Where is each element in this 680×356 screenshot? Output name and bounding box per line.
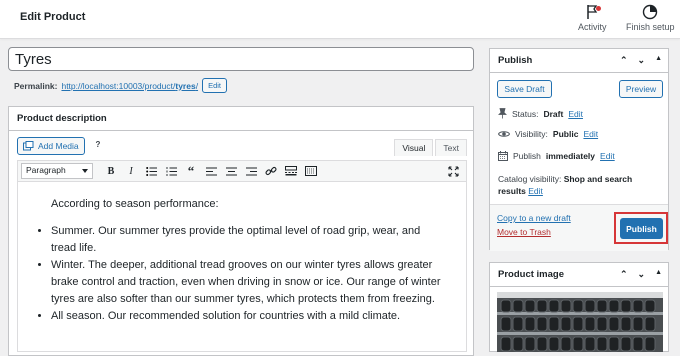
chevron-down-icon[interactable]: ⌄: [638, 269, 646, 280]
publish-actions: Copy to a new draft Move to Trash Publis…: [490, 204, 668, 251]
link-icon: [265, 166, 277, 176]
top-bar: Edit Product Activity Finish setup: [0, 0, 680, 39]
chevron-down-icon: [82, 169, 88, 173]
align-center-icon: [225, 166, 237, 176]
eye-icon: [498, 131, 510, 137]
panel-controls: ⌃ ⌄ ▲: [620, 269, 662, 280]
product-image-panel: Product image ⌃ ⌄ ▲: [489, 262, 669, 352]
intro-paragraph: According to season performance:: [51, 198, 219, 210]
schedule-edit-link[interactable]: Edit: [600, 151, 615, 161]
chevron-down-icon[interactable]: ⌄: [638, 55, 646, 66]
panel-controls: ⌃ ⌄ ▲: [620, 55, 662, 66]
align-left-button[interactable]: [201, 162, 221, 180]
blockquote-button[interactable]: “: [181, 162, 201, 180]
progress-circle-icon: [643, 4, 658, 20]
align-right-button[interactable]: [241, 162, 261, 180]
tyres-photo: [497, 292, 663, 352]
save-draft-button[interactable]: Save Draft: [497, 80, 552, 98]
chevron-up-icon[interactable]: ⌃: [620, 55, 628, 66]
add-media-label: Add Media: [38, 141, 79, 151]
list-item: Summer. Our summer tyres provide the opt…: [51, 223, 448, 257]
product-image-title: Product image ⌃ ⌄ ▲: [490, 263, 668, 287]
permalink-edit-button[interactable]: Edit: [202, 78, 227, 93]
add-media-button[interactable]: Add Media: [17, 137, 85, 155]
numbered-list-button[interactable]: [161, 162, 181, 180]
toolbar-toggle-icon: [305, 166, 317, 176]
list-item: Winter. The deeper, additional tread gro…: [51, 257, 448, 308]
season-list: Summer. Our summer tyres provide the opt…: [36, 223, 448, 325]
bold-icon: B: [107, 165, 115, 177]
numbered-list-icon: [166, 166, 177, 176]
visibility-edit-link[interactable]: Edit: [583, 129, 598, 139]
product-title-input[interactable]: [8, 47, 474, 71]
format-select[interactable]: Paragraph: [21, 163, 93, 179]
status-edit-link[interactable]: Edit: [568, 109, 583, 119]
catalog-edit-link[interactable]: Edit: [528, 186, 543, 196]
bullet-list-icon: [145, 166, 157, 176]
visibility-row: Visibility: Public Edit: [498, 129, 598, 139]
italic-icon: I: [129, 165, 133, 177]
move-to-trash-link[interactable]: Move to Trash: [497, 227, 551, 237]
read-more-button[interactable]: [281, 162, 301, 180]
toolbar-toggle-button[interactable]: [301, 162, 321, 180]
publish-highlight: Publish: [614, 212, 668, 244]
chevron-up-icon[interactable]: ⌃: [620, 269, 628, 280]
finish-setup-button[interactable]: Finish setup: [626, 4, 675, 32]
bullet-list-button[interactable]: [141, 162, 161, 180]
catalog-visibility: Catalog visibility: Shop and search resu…: [498, 174, 633, 196]
panel-title: Product description: [9, 107, 473, 131]
editor-tabs: Visual Text: [392, 139, 467, 156]
fullscreen-button[interactable]: [443, 162, 463, 180]
page-title: Edit Product: [20, 11, 86, 23]
finish-setup-label: Finish setup: [626, 22, 675, 32]
permalink-label: Permalink:: [14, 80, 58, 91]
permalink-link[interactable]: http://localhost:10003/product/tyres/: [61, 81, 198, 91]
collapse-triangle-icon[interactable]: ▲: [655, 55, 662, 66]
insert-link-button[interactable]: [261, 162, 281, 180]
editor-top-toolbar: Add Media ? Visual Text: [17, 137, 467, 157]
tab-visual[interactable]: Visual: [394, 139, 434, 156]
schedule-row: Publish immediately Edit: [498, 151, 615, 161]
pin-icon: [498, 108, 507, 119]
media-icon: [23, 141, 34, 151]
align-center-button[interactable]: [221, 162, 241, 180]
copy-draft-link[interactable]: Copy to a new draft: [497, 213, 571, 223]
product-image-thumbnail[interactable]: [497, 292, 663, 352]
preview-button[interactable]: Preview: [619, 80, 663, 98]
read-more-icon: [285, 166, 297, 176]
quote-icon: “: [187, 163, 195, 178]
editor-content[interactable]: According to season performance: Summer.…: [17, 182, 467, 352]
product-description-panel: Product description Add Media ? Visual T…: [8, 106, 474, 356]
publish-button[interactable]: Publish: [620, 218, 663, 239]
notification-dot: [595, 6, 601, 11]
formatting-toolbar: Paragraph B I “: [17, 160, 467, 182]
format-select-value: Paragraph: [26, 165, 66, 175]
collapse-triangle-icon[interactable]: ▲: [655, 269, 662, 280]
align-right-icon: [245, 166, 257, 176]
publish-panel-title: Publish ⌃ ⌄ ▲: [490, 49, 668, 73]
bold-button[interactable]: B: [101, 162, 121, 180]
permalink-row: Permalink: http://localhost:10003/produc…: [14, 78, 227, 93]
status-row: Status: Draft Edit: [498, 108, 583, 119]
help-icon[interactable]: ?: [93, 140, 103, 150]
publish-title: Publish: [498, 55, 533, 66]
list-item: All season. Our recommended solution for…: [51, 308, 448, 325]
publish-panel: Publish ⌃ ⌄ ▲ Save Draft Preview Status:…: [489, 48, 669, 251]
activity-label: Activity: [578, 22, 607, 32]
product-image-label: Product image: [498, 269, 564, 280]
align-left-icon: [205, 166, 217, 176]
fullscreen-icon: [447, 165, 459, 177]
italic-button[interactable]: I: [121, 162, 141, 180]
calendar-icon: [498, 151, 508, 161]
activity-button[interactable]: Activity: [578, 4, 607, 32]
tab-text[interactable]: Text: [435, 139, 467, 156]
